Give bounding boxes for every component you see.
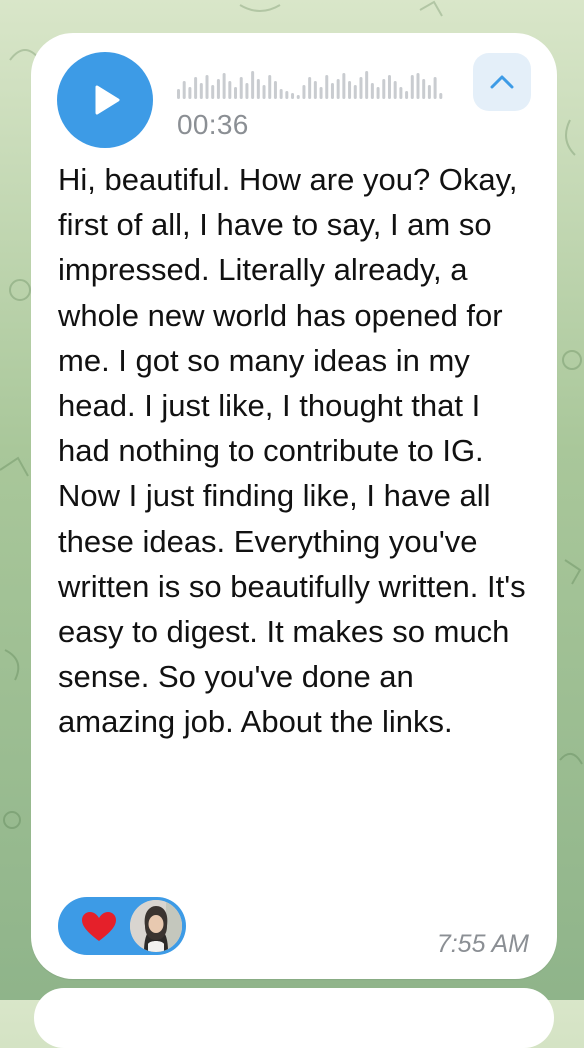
waveform-bar: [427, 85, 431, 99]
waveform-bar: [273, 81, 277, 99]
waveform-bar: [211, 85, 215, 99]
reactor-avatar: [130, 900, 182, 952]
waveform-bar: [291, 93, 295, 99]
waveform-bar: [330, 83, 334, 99]
waveform-bar: [177, 89, 180, 99]
waveform-bar: [313, 81, 317, 99]
waveform-bar: [222, 73, 226, 99]
waveform-bar: [262, 85, 266, 99]
play-button[interactable]: [57, 52, 153, 148]
waveform-bar: [268, 75, 272, 99]
waveform-bar: [393, 81, 397, 99]
waveform-bar: [399, 87, 403, 99]
transcription-text: Hi, beautiful. How are you? Okay, first …: [58, 162, 526, 740]
waveform-bar: [370, 83, 374, 99]
collapse-transcription-button[interactable]: [473, 53, 531, 111]
chevron-up-icon: [490, 75, 514, 89]
waveform-bar: [387, 75, 391, 99]
waveform-bar: [359, 77, 363, 99]
waveform-bar: [302, 85, 306, 99]
waveform-bar: [296, 95, 300, 99]
waveform-bar: [353, 85, 357, 99]
next-message-bubble: [34, 988, 554, 1048]
waveform-bar: [319, 87, 323, 99]
waveform-bar: [182, 81, 186, 99]
reaction-badge[interactable]: [58, 897, 186, 955]
waveform-bar: [365, 71, 369, 99]
waveform-bar: [194, 77, 198, 99]
message-timestamp: 7:55 AM: [436, 930, 529, 958]
waveform-bar: [342, 73, 346, 99]
waveform-bar: [234, 87, 238, 99]
waveform-bar: [405, 91, 409, 99]
waveform-bar: [216, 79, 220, 99]
waveform-bar: [325, 75, 329, 99]
waveform-bar: [256, 79, 260, 99]
waveform-bar: [439, 93, 443, 99]
waveform-bar: [382, 79, 386, 99]
play-icon: [95, 85, 120, 115]
waveform-bar: [285, 91, 289, 99]
waveform-bar: [279, 89, 283, 99]
waveform-bar: [376, 87, 380, 99]
waveform-bar: [348, 81, 352, 99]
waveform-bar: [336, 79, 340, 99]
audio-waveform[interactable]: [177, 65, 445, 105]
waveform-bar: [199, 83, 203, 99]
waveform-bar: [410, 75, 414, 99]
waveform-bar: [433, 77, 437, 99]
waveform-bar: [416, 73, 420, 99]
waveform-bar: [251, 71, 255, 99]
waveform-bar: [245, 83, 249, 99]
waveform-bar: [239, 77, 243, 99]
waveform-bar: [308, 77, 312, 99]
waveform-bar: [422, 79, 426, 99]
voice-message-bubble: 00:36 Hi, beautiful. How are you? Okay, …: [31, 33, 557, 979]
heart-icon: [82, 912, 116, 941]
waveform-bar: [205, 75, 209, 99]
waveform-bar: [188, 87, 192, 99]
voice-duration: 00:36: [177, 109, 249, 140]
waveform-bar: [228, 81, 232, 99]
